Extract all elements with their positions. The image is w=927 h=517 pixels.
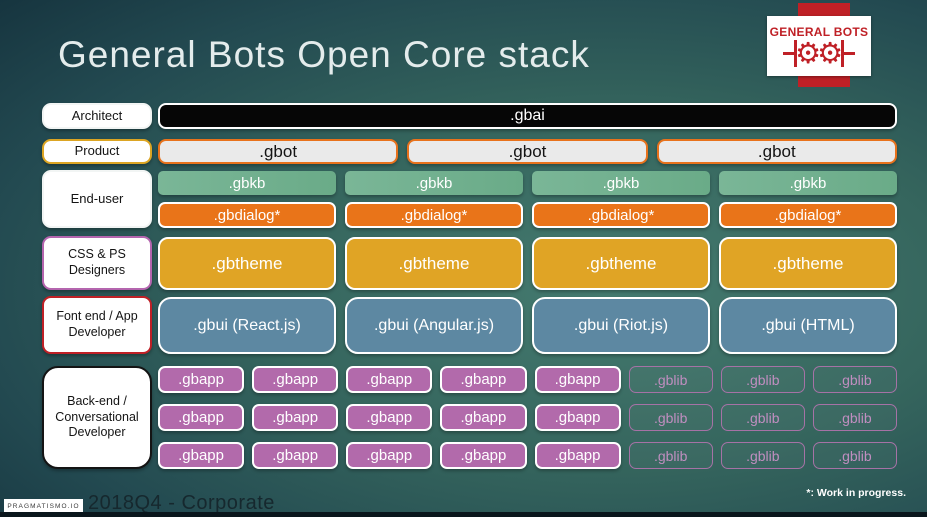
gbapp-block: .gbapp — [158, 366, 245, 393]
gbdialog-block: .gbdialog* — [345, 202, 523, 228]
gbapp-block: .gbapp — [346, 366, 433, 393]
gbapp-block: .gbapp — [534, 442, 621, 469]
gblib-block: .gblib — [628, 404, 713, 431]
gbui-riot-block: .gbui (Riot.js) — [532, 297, 710, 354]
bottom-edge — [0, 512, 927, 517]
brand-logo: GENERAL BOTS ⚙ ⚙ — [767, 16, 871, 76]
gbapp-block: .gbapp — [346, 404, 433, 431]
page-title: General Bots Open Core stack — [58, 34, 590, 75]
row-gbui: .gbui (React.js) .gbui (Angular.js) .gbu… — [158, 297, 897, 354]
gbapp-block: .gbapp — [440, 442, 527, 469]
gbapp-block: .gbapp — [158, 442, 245, 469]
gblib-block: .gblib — [720, 442, 805, 469]
row-label-designers: CSS & PS Designers — [42, 236, 152, 290]
gbapp-block: .gbapp — [158, 404, 245, 431]
gbtheme-block: .gbtheme — [345, 237, 523, 290]
gbkb-block: .gbkb — [532, 171, 710, 195]
gbkb-block: .gbkb — [719, 171, 897, 195]
gbapp-block: .gbapp — [534, 366, 621, 393]
gears-icon: ⚙ ⚙ — [783, 39, 855, 68]
row-label-product: Product — [42, 139, 152, 164]
row-gbot: .gbot .gbot .gbot — [158, 139, 897, 164]
gblib-block: .gblib — [720, 404, 805, 431]
gblib-block: .gblib — [720, 366, 805, 393]
gblib-block: .gblib — [812, 366, 897, 393]
gear-icon: ⚙ — [817, 36, 843, 70]
gbui-react-block: .gbui (React.js) — [158, 297, 336, 354]
gbtheme-block: .gbtheme — [719, 237, 897, 290]
gbtheme-block: .gbtheme — [158, 237, 336, 290]
row-label-architect: Architect — [42, 103, 152, 129]
gbui-angular-block: .gbui (Angular.js) — [345, 297, 523, 354]
gbapp-block: .gbapp — [534, 404, 621, 431]
row-gbkb: .gbkb .gbkb .gbkb .gbkb — [158, 171, 897, 195]
gbdialog-block: .gbdialog* — [158, 202, 336, 228]
gbapp-block: .gbapp — [440, 366, 527, 393]
row-gbapp-3: .gbapp .gbapp .gbapp .gbapp .gbapp .gbli… — [158, 442, 897, 469]
row-gbdialog: .gbdialog* .gbdialog* .gbdialog* .gbdial… — [158, 202, 897, 228]
row-gbapp-1: .gbapp .gbapp .gbapp .gbapp .gbapp .gbli… — [158, 366, 897, 393]
row-label-backend: Back-end / Conversational Developer — [42, 366, 152, 469]
gbui-html-block: .gbui (HTML) — [719, 297, 897, 354]
gbapp-block: .gbapp — [252, 404, 339, 431]
gblib-block: .gblib — [628, 442, 713, 469]
gbapp-block: .gbapp — [346, 442, 433, 469]
gbapp-block: .gbapp — [440, 404, 527, 431]
gbapp-block: .gbapp — [252, 366, 339, 393]
row-label-end-user: End-user — [42, 170, 152, 228]
gblib-block: .gblib — [812, 404, 897, 431]
row-gbtheme: .gbtheme .gbtheme .gbtheme .gbtheme — [158, 237, 897, 290]
row-label-frontend: Font end / App Developer — [42, 296, 152, 354]
footnote: *: Work in progress. — [806, 487, 906, 499]
gbkb-block: .gbkb — [158, 171, 336, 195]
gbot-block: .gbot — [407, 139, 648, 164]
slide: General Bots Open Core stack GENERAL BOT… — [0, 0, 927, 517]
row-gbapp-2: .gbapp .gbapp .gbapp .gbapp .gbapp .gbli… — [158, 404, 897, 431]
gbkb-block: .gbkb — [345, 171, 523, 195]
gbai-block: .gbai — [158, 103, 897, 129]
gblib-block: .gblib — [628, 366, 713, 393]
gbot-block: .gbot — [656, 139, 897, 164]
gear-tick-left-icon — [783, 52, 794, 55]
row-gbai: .gbai — [158, 103, 897, 129]
gear-tick-right-icon — [844, 52, 855, 55]
gbot-block: .gbot — [158, 139, 399, 164]
gblib-block: .gblib — [812, 442, 897, 469]
gbtheme-block: .gbtheme — [532, 237, 710, 290]
gbapp-block: .gbapp — [252, 442, 339, 469]
gbdialog-block: .gbdialog* — [719, 202, 897, 228]
gbdialog-block: .gbdialog* — [532, 202, 710, 228]
